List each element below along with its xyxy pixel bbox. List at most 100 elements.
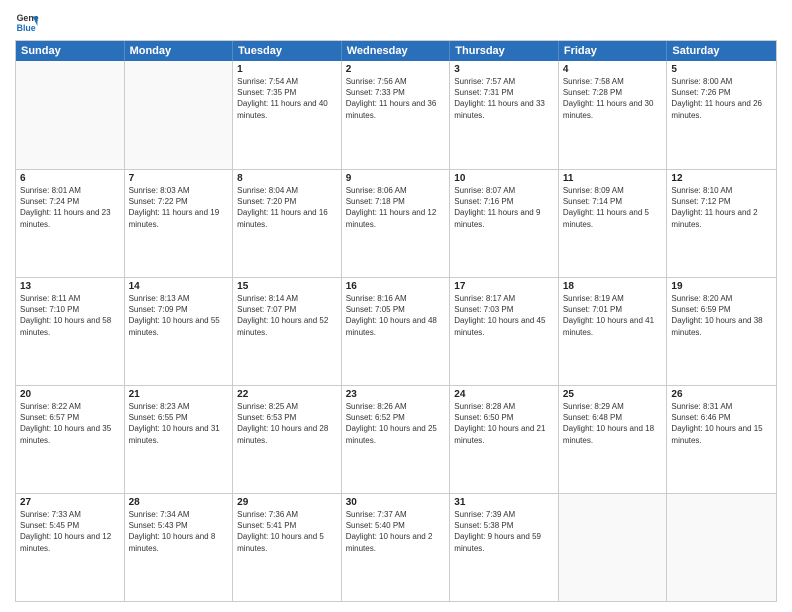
cell-info: Sunrise: 8:09 AMSunset: 7:14 PMDaylight:… xyxy=(563,185,663,230)
day-number: 23 xyxy=(346,389,446,400)
cell-info: Sunrise: 8:14 AMSunset: 7:07 PMDaylight:… xyxy=(237,293,337,338)
day-cell-17: 17Sunrise: 8:17 AMSunset: 7:03 PMDayligh… xyxy=(450,278,559,385)
day-cell-27: 27Sunrise: 7:33 AMSunset: 5:45 PMDayligh… xyxy=(16,494,125,601)
page: General Blue SundayMondayTuesdayWednesda… xyxy=(0,0,792,612)
calendar-body: 1Sunrise: 7:54 AMSunset: 7:35 PMDaylight… xyxy=(16,61,776,601)
cell-info: Sunrise: 8:16 AMSunset: 7:05 PMDaylight:… xyxy=(346,293,446,338)
empty-cell xyxy=(559,494,668,601)
day-cell-15: 15Sunrise: 8:14 AMSunset: 7:07 PMDayligh… xyxy=(233,278,342,385)
cell-info: Sunrise: 8:31 AMSunset: 6:46 PMDaylight:… xyxy=(671,401,772,446)
calendar-row-3: 20Sunrise: 8:22 AMSunset: 6:57 PMDayligh… xyxy=(16,385,776,493)
day-cell-8: 8Sunrise: 8:04 AMSunset: 7:20 PMDaylight… xyxy=(233,170,342,277)
day-number: 30 xyxy=(346,497,446,508)
day-cell-26: 26Sunrise: 8:31 AMSunset: 6:46 PMDayligh… xyxy=(667,386,776,493)
calendar-header: SundayMondayTuesdayWednesdayThursdayFrid… xyxy=(16,41,776,61)
day-header-tuesday: Tuesday xyxy=(233,41,342,61)
day-cell-30: 30Sunrise: 7:37 AMSunset: 5:40 PMDayligh… xyxy=(342,494,451,601)
day-number: 22 xyxy=(237,389,337,400)
cell-info: Sunrise: 8:26 AMSunset: 6:52 PMDaylight:… xyxy=(346,401,446,446)
day-number: 26 xyxy=(671,389,772,400)
empty-cell xyxy=(667,494,776,601)
day-cell-23: 23Sunrise: 8:26 AMSunset: 6:52 PMDayligh… xyxy=(342,386,451,493)
day-header-sunday: Sunday xyxy=(16,41,125,61)
day-cell-29: 29Sunrise: 7:36 AMSunset: 5:41 PMDayligh… xyxy=(233,494,342,601)
day-number: 3 xyxy=(454,64,554,75)
day-cell-19: 19Sunrise: 8:20 AMSunset: 6:59 PMDayligh… xyxy=(667,278,776,385)
cell-info: Sunrise: 7:33 AMSunset: 5:45 PMDaylight:… xyxy=(20,509,120,554)
cell-info: Sunrise: 8:06 AMSunset: 7:18 PMDaylight:… xyxy=(346,185,446,230)
day-number: 2 xyxy=(346,64,446,75)
day-number: 28 xyxy=(129,497,229,508)
day-cell-12: 12Sunrise: 8:10 AMSunset: 7:12 PMDayligh… xyxy=(667,170,776,277)
cell-info: Sunrise: 8:29 AMSunset: 6:48 PMDaylight:… xyxy=(563,401,663,446)
day-cell-9: 9Sunrise: 8:06 AMSunset: 7:18 PMDaylight… xyxy=(342,170,451,277)
calendar-row-0: 1Sunrise: 7:54 AMSunset: 7:35 PMDaylight… xyxy=(16,61,776,169)
cell-info: Sunrise: 8:23 AMSunset: 6:55 PMDaylight:… xyxy=(129,401,229,446)
day-number: 6 xyxy=(20,173,120,184)
cell-info: Sunrise: 8:13 AMSunset: 7:09 PMDaylight:… xyxy=(129,293,229,338)
day-number: 5 xyxy=(671,64,772,75)
empty-cell xyxy=(125,61,234,169)
day-cell-18: 18Sunrise: 8:19 AMSunset: 7:01 PMDayligh… xyxy=(559,278,668,385)
day-number: 27 xyxy=(20,497,120,508)
day-header-monday: Monday xyxy=(125,41,234,61)
day-cell-7: 7Sunrise: 8:03 AMSunset: 7:22 PMDaylight… xyxy=(125,170,234,277)
day-cell-24: 24Sunrise: 8:28 AMSunset: 6:50 PMDayligh… xyxy=(450,386,559,493)
cell-info: Sunrise: 8:19 AMSunset: 7:01 PMDaylight:… xyxy=(563,293,663,338)
calendar-row-2: 13Sunrise: 8:11 AMSunset: 7:10 PMDayligh… xyxy=(16,277,776,385)
day-cell-21: 21Sunrise: 8:23 AMSunset: 6:55 PMDayligh… xyxy=(125,386,234,493)
cell-info: Sunrise: 8:11 AMSunset: 7:10 PMDaylight:… xyxy=(20,293,120,338)
cell-info: Sunrise: 7:36 AMSunset: 5:41 PMDaylight:… xyxy=(237,509,337,554)
day-number: 10 xyxy=(454,173,554,184)
day-number: 15 xyxy=(237,281,337,292)
day-number: 18 xyxy=(563,281,663,292)
cell-info: Sunrise: 8:28 AMSunset: 6:50 PMDaylight:… xyxy=(454,401,554,446)
day-cell-22: 22Sunrise: 8:25 AMSunset: 6:53 PMDayligh… xyxy=(233,386,342,493)
day-number: 9 xyxy=(346,173,446,184)
calendar: SundayMondayTuesdayWednesdayThursdayFrid… xyxy=(15,40,777,602)
day-number: 17 xyxy=(454,281,554,292)
cell-info: Sunrise: 8:07 AMSunset: 7:16 PMDaylight:… xyxy=(454,185,554,230)
day-number: 1 xyxy=(237,64,337,75)
day-cell-31: 31Sunrise: 7:39 AMSunset: 5:38 PMDayligh… xyxy=(450,494,559,601)
day-cell-20: 20Sunrise: 8:22 AMSunset: 6:57 PMDayligh… xyxy=(16,386,125,493)
cell-info: Sunrise: 7:54 AMSunset: 7:35 PMDaylight:… xyxy=(237,76,337,121)
day-number: 24 xyxy=(454,389,554,400)
cell-info: Sunrise: 7:56 AMSunset: 7:33 PMDaylight:… xyxy=(346,76,446,121)
day-header-thursday: Thursday xyxy=(450,41,559,61)
day-cell-2: 2Sunrise: 7:56 AMSunset: 7:33 PMDaylight… xyxy=(342,61,451,169)
day-number: 8 xyxy=(237,173,337,184)
empty-cell xyxy=(16,61,125,169)
day-cell-6: 6Sunrise: 8:01 AMSunset: 7:24 PMDaylight… xyxy=(16,170,125,277)
day-cell-3: 3Sunrise: 7:57 AMSunset: 7:31 PMDaylight… xyxy=(450,61,559,169)
day-number: 31 xyxy=(454,497,554,508)
day-number: 4 xyxy=(563,64,663,75)
day-number: 13 xyxy=(20,281,120,292)
day-cell-25: 25Sunrise: 8:29 AMSunset: 6:48 PMDayligh… xyxy=(559,386,668,493)
day-cell-1: 1Sunrise: 7:54 AMSunset: 7:35 PMDaylight… xyxy=(233,61,342,169)
cell-info: Sunrise: 8:22 AMSunset: 6:57 PMDaylight:… xyxy=(20,401,120,446)
cell-info: Sunrise: 7:57 AMSunset: 7:31 PMDaylight:… xyxy=(454,76,554,121)
day-cell-16: 16Sunrise: 8:16 AMSunset: 7:05 PMDayligh… xyxy=(342,278,451,385)
day-number: 20 xyxy=(20,389,120,400)
day-number: 11 xyxy=(563,173,663,184)
logo: General Blue xyxy=(15,10,43,34)
calendar-row-1: 6Sunrise: 8:01 AMSunset: 7:24 PMDaylight… xyxy=(16,169,776,277)
day-cell-13: 13Sunrise: 8:11 AMSunset: 7:10 PMDayligh… xyxy=(16,278,125,385)
day-cell-28: 28Sunrise: 7:34 AMSunset: 5:43 PMDayligh… xyxy=(125,494,234,601)
cell-info: Sunrise: 8:03 AMSunset: 7:22 PMDaylight:… xyxy=(129,185,229,230)
day-cell-11: 11Sunrise: 8:09 AMSunset: 7:14 PMDayligh… xyxy=(559,170,668,277)
day-number: 25 xyxy=(563,389,663,400)
day-header-friday: Friday xyxy=(559,41,668,61)
cell-info: Sunrise: 7:39 AMSunset: 5:38 PMDaylight:… xyxy=(454,509,554,554)
day-number: 14 xyxy=(129,281,229,292)
day-cell-10: 10Sunrise: 8:07 AMSunset: 7:16 PMDayligh… xyxy=(450,170,559,277)
cell-info: Sunrise: 7:58 AMSunset: 7:28 PMDaylight:… xyxy=(563,76,663,121)
svg-text:Blue: Blue xyxy=(17,23,36,33)
cell-info: Sunrise: 8:25 AMSunset: 6:53 PMDaylight:… xyxy=(237,401,337,446)
cell-info: Sunrise: 8:01 AMSunset: 7:24 PMDaylight:… xyxy=(20,185,120,230)
cell-info: Sunrise: 7:37 AMSunset: 5:40 PMDaylight:… xyxy=(346,509,446,554)
day-number: 29 xyxy=(237,497,337,508)
day-number: 21 xyxy=(129,389,229,400)
day-header-wednesday: Wednesday xyxy=(342,41,451,61)
